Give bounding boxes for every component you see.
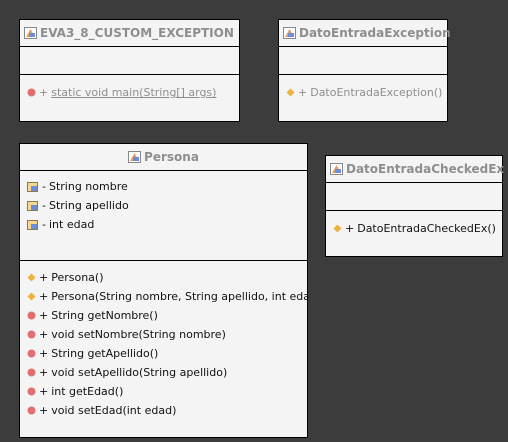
visibility-marker: +	[39, 347, 49, 360]
field-row[interactable]: - int edad	[20, 215, 307, 234]
method-icon	[27, 349, 36, 358]
class-name: Persona	[144, 150, 199, 164]
visibility-marker: +	[39, 328, 49, 341]
method-row[interactable]: + void setEdad(int edad)	[20, 401, 307, 420]
method-row[interactable]: + void setNombre(String nombre)	[20, 325, 307, 344]
method-row[interactable]: + void setApellido(String apellido)	[20, 363, 307, 382]
constructor-icon	[286, 88, 295, 97]
class-name: DatoEntradaException	[299, 26, 451, 40]
method-signature: Persona()	[51, 271, 104, 284]
method-row[interactable]: + String getNombre()	[20, 306, 307, 325]
constructor-row[interactable]: + Persona(String nombre, String apellido…	[20, 287, 307, 306]
attributes-section	[20, 47, 239, 75]
field-row[interactable]: - String apellido	[20, 196, 307, 215]
class-icon	[24, 27, 37, 39]
visibility-marker: +	[39, 290, 49, 303]
class-name: DatoEntradaCheckedEx	[346, 162, 505, 176]
attributes-section	[326, 183, 502, 211]
class-header: EVA3_8_CUSTOM_EXCEPTION	[20, 20, 239, 47]
class-header: DatoEntradaException	[279, 20, 451, 47]
attributes-section: - String nombre - String apellido - int …	[20, 171, 307, 261]
method-signature: void setNombre(String nombre)	[51, 328, 226, 341]
field-text: String nombre	[48, 180, 128, 193]
visibility-marker: -	[42, 218, 46, 231]
field-row[interactable]: - String nombre	[20, 177, 307, 196]
method-signature: String getApellido()	[51, 347, 159, 360]
class-box-persona[interactable]: Persona - String nombre - String apellid…	[19, 143, 308, 438]
visibility-marker: +	[39, 404, 49, 417]
methods-section: + static void main(String[] args)	[20, 75, 239, 102]
visibility-marker: +	[39, 385, 49, 398]
method-signature: int getEdad()	[51, 385, 124, 398]
method-signature: static void main(String[] args)	[51, 86, 217, 99]
method-icon	[27, 368, 36, 377]
visibility-marker: +	[39, 86, 49, 99]
class-box-dato-entrada-exception[interactable]: DatoEntradaException + DatoEntradaExcept…	[278, 19, 451, 122]
method-signature: DatoEntradaException()	[310, 86, 443, 99]
class-icon	[283, 27, 296, 39]
method-row[interactable]: + int getEdad()	[20, 382, 307, 401]
class-icon	[330, 163, 343, 175]
method-signature: void setEdad(int edad)	[51, 404, 177, 417]
method-row[interactable]: + static void main(String[] args)	[20, 83, 239, 102]
attributes-section	[279, 47, 447, 75]
field-icon	[27, 200, 38, 211]
field-text: String apellido	[48, 199, 129, 212]
visibility-marker: +	[345, 222, 355, 235]
class-header: DatoEntradaCheckedEx	[326, 156, 505, 183]
class-box-eva3-main[interactable]: EVA3_8_CUSTOM_EXCEPTION + static void ma…	[19, 19, 240, 122]
method-icon	[27, 330, 36, 339]
visibility-marker: +	[39, 309, 49, 322]
visibility-marker: -	[42, 180, 46, 193]
method-signature: void setApellido(String apellido)	[51, 366, 228, 379]
constructor-icon	[27, 292, 36, 301]
field-icon	[27, 181, 38, 192]
method-icon	[27, 387, 36, 396]
field-icon	[27, 219, 38, 230]
method-signature: String getNombre()	[51, 309, 158, 322]
constructor-icon	[27, 273, 36, 282]
method-icon	[27, 311, 36, 320]
class-box-dato-entrada-checked-ex[interactable]: DatoEntradaCheckedEx + DatoEntradaChecke…	[325, 155, 505, 257]
method-row[interactable]: + String getApellido()	[20, 344, 307, 363]
constructor-row[interactable]: + Persona()	[20, 268, 307, 287]
method-signature: DatoEntradaCheckedEx()	[357, 222, 496, 235]
visibility-marker: +	[39, 271, 49, 284]
visibility-marker: -	[42, 199, 46, 212]
visibility-marker: +	[298, 86, 308, 99]
class-name: EVA3_8_CUSTOM_EXCEPTION	[40, 26, 234, 40]
method-icon	[27, 406, 36, 415]
class-icon	[128, 151, 142, 163]
methods-section: + DatoEntradaCheckedEx()	[326, 211, 502, 238]
methods-section: + DatoEntradaException()	[279, 75, 447, 102]
methods-section: + Persona() + Persona(String nombre, Str…	[20, 261, 307, 420]
field-text: int edad	[48, 218, 95, 231]
visibility-marker: +	[39, 366, 49, 379]
method-icon	[27, 88, 36, 97]
method-signature: Persona(String nombre, String apellido, …	[51, 290, 307, 303]
constructor-icon	[333, 224, 342, 233]
class-header: Persona	[20, 144, 307, 171]
constructor-row[interactable]: + DatoEntradaException()	[279, 83, 447, 102]
constructor-row[interactable]: + DatoEntradaCheckedEx()	[326, 219, 502, 238]
